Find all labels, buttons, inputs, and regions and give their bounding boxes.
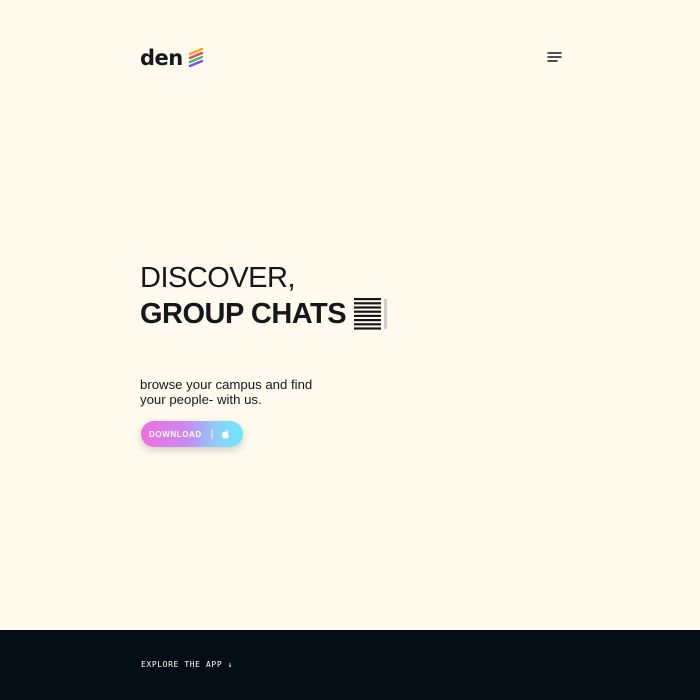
page: den DISCOVER, GROUP CHATS browse your ca… [0, 0, 700, 700]
header: den [140, 44, 564, 72]
logo[interactable]: den [140, 44, 205, 72]
text-cursor-caret [384, 299, 388, 329]
hamburger-menu-icon [547, 52, 562, 62]
download-separator: | [210, 428, 214, 440]
logo-stripes-icon [188, 48, 203, 68]
tagline: browse your campus and find your people-… [140, 377, 313, 407]
hero-line-discover: DISCOVER, [140, 262, 296, 294]
menu-button[interactable] [546, 50, 564, 64]
hero-rotating-word: GROUP CHATS [140, 298, 347, 330]
download-button[interactable]: DOWNLOAD | [141, 421, 243, 447]
apple-icon [222, 428, 230, 439]
explore-app-link[interactable]: EXPLORE THE APP ↓ [141, 660, 233, 669]
hero-line-group-chats: GROUP CHATS [140, 296, 388, 332]
download-label: DOWNLOAD [149, 429, 202, 439]
logo-text: den [140, 45, 183, 70]
hero-heading: DISCOVER, GROUP CHATS [140, 260, 388, 332]
striped-lines-icon [354, 298, 382, 330]
footer-band: EXPLORE THE APP ↓ [0, 630, 700, 700]
